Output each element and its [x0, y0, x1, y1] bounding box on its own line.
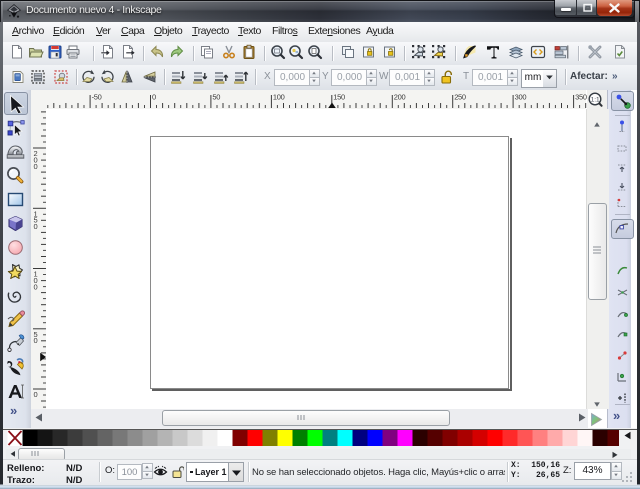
svg-text:0: 0 [34, 282, 38, 291]
svg-text:250: 250 [454, 93, 466, 102]
svg-text:0: 0 [34, 162, 38, 171]
svg-text:350: 350 [575, 93, 587, 102]
svg-text:1:1: 1:1 [591, 96, 600, 103]
svg-text:0: 0 [34, 222, 38, 231]
svg-text:0: 0 [34, 390, 38, 399]
svg-text:300: 300 [515, 93, 527, 102]
svg-text:100: 100 [273, 93, 285, 102]
svg-text:50: 50 [212, 93, 220, 102]
svg-text:0: 0 [34, 336, 38, 345]
svg-text:0: 0 [152, 93, 156, 102]
svg-text:150: 150 [333, 93, 345, 102]
svg-text:-50: -50 [92, 93, 102, 102]
svg-text:200: 200 [394, 93, 406, 102]
